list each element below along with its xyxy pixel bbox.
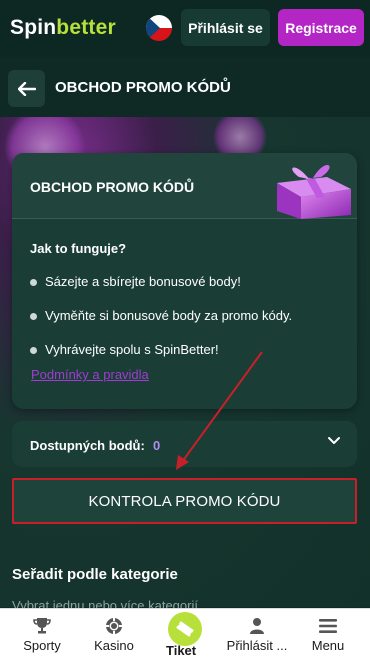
card-title: OBCHOD PROMO KÓDŮ (30, 179, 195, 195)
bullet-dot (30, 347, 37, 354)
back-button[interactable] (8, 70, 45, 107)
user-icon (247, 617, 267, 635)
terms-link[interactable]: Podmínky a pravidla (31, 367, 149, 382)
nav-item-ticket[interactable] (168, 612, 202, 646)
app-header: Spinbetter Přihlásit se Registrace (0, 0, 370, 57)
ticket-icon (176, 621, 194, 637)
nav-label-ticket: Tiket (166, 643, 197, 658)
bullet-dot (30, 313, 37, 320)
points-label: Dostupných bodů: (30, 438, 145, 453)
check-promo-code-button[interactable]: KONTROLA PROMO KÓDU (12, 478, 357, 524)
nav-item-login[interactable]: Přihlásit ... (222, 609, 292, 660)
bullet-dot (30, 279, 37, 286)
list-item-text: Vyměňte si bonusové body za promo kódy. (45, 308, 293, 323)
nav-label: Sporty (23, 638, 61, 653)
list-item: Vyměňte si bonusové body za promo kódy. (30, 308, 292, 342)
register-button[interactable]: Registrace (278, 9, 364, 46)
menu-icon (318, 617, 338, 635)
list-item-text: Sázejte a sbírejte bonusové body! (45, 274, 241, 289)
arrow-left-icon (17, 81, 36, 96)
promo-info-card: OBCHOD PROMO KÓDŮ Jak to funguje? Sázejt… (12, 153, 357, 409)
nav-label: Přihlásit ... (226, 638, 288, 653)
czech-flag-icon[interactable] (146, 15, 172, 41)
points-value: 0 (153, 438, 161, 453)
card-header: OBCHOD PROMO KÓDŮ (12, 153, 357, 219)
available-points-row[interactable]: Dostupných bodů: 0 (12, 421, 357, 467)
login-button[interactable]: Přihlásit se (181, 9, 270, 46)
decorative-gift-blur (210, 117, 270, 157)
logo-text-better: better (56, 16, 116, 39)
list-item: Sázejte a sbírejte bonusové body! (30, 274, 292, 308)
nav-item-sports[interactable]: Sporty (20, 609, 64, 660)
page-title: OBCHOD PROMO KÓDŮ (55, 79, 231, 96)
logo-text-spin: Spin (10, 16, 57, 39)
how-it-works-list: Sázejte a sbírejte bonusové body! Vyměňt… (30, 274, 292, 376)
chevron-down-icon (328, 437, 340, 444)
gift-box-icon (277, 164, 351, 219)
casino-chip-icon (104, 617, 124, 635)
page-title-bar: OBCHOD PROMO KÓDŮ (0, 57, 370, 117)
how-it-works-heading: Jak to funguje? (30, 241, 127, 256)
list-item-text: Vyhrávejte spolu s SpinBetter! (45, 342, 219, 357)
nav-item-menu[interactable]: Menu (306, 609, 350, 660)
nav-label: Kasino (94, 638, 134, 653)
nav-item-casino[interactable]: Kasino (90, 609, 138, 660)
sort-by-category-heading: Seřadit podle kategorie (12, 566, 178, 583)
spinbetter-logo[interactable]: Spinbetter (10, 16, 116, 40)
trophy-icon (32, 617, 52, 635)
nav-label: Menu (311, 638, 345, 653)
